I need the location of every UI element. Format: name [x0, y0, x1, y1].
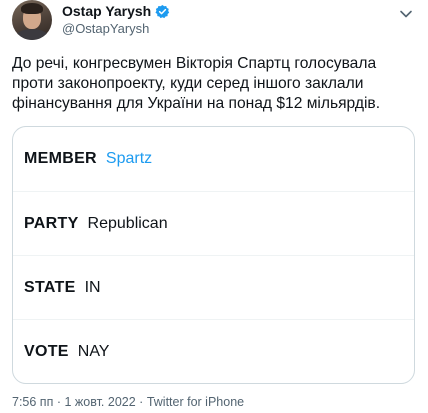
card-key: PARTY — [24, 214, 79, 232]
card-row-vote: VOTE NAY — [13, 319, 414, 383]
tweet-text-line: проти законопроекту, куди серед іншого з… — [12, 75, 364, 92]
tweet-header: Ostap Yarysh @OstapYarysh — [12, 0, 416, 42]
separator-dot: · — [56, 395, 61, 409]
card-row-member: MEMBER Spartz — [13, 127, 414, 191]
card-row-state: STATE IN — [13, 255, 414, 319]
tweet-text: До речі, конгресвумен Вікторія Спартц го… — [12, 54, 416, 114]
card-value: Republican — [87, 214, 168, 232]
tweet-date[interactable]: 1 жовт. 2022 — [64, 395, 135, 409]
card-key: MEMBER — [24, 150, 97, 167]
author-name[interactable]: Ostap Yarysh — [62, 3, 151, 19]
tweet-source[interactable]: Twitter for iPhone — [147, 395, 244, 409]
separator-dot: · — [139, 395, 144, 409]
tweet-text-line: До речі, конгресвумен Вікторія Спартц го… — [12, 55, 377, 72]
card-key: STATE — [24, 278, 76, 296]
avatar[interactable] — [12, 0, 52, 40]
author-name-line: Ostap Yarysh — [62, 3, 170, 19]
tweet-text-line: фінансування для України на понад $12 мі… — [12, 95, 381, 112]
card-value: NAY — [77, 342, 110, 360]
vote-card[interactable]: MEMBER Spartz PARTY Republican STATE IN … — [12, 126, 415, 384]
tweet-footer: 7:56 пп · 1 жовт. 2022 · Twitter for iPh… — [12, 395, 244, 409]
card-value: IN — [84, 278, 101, 296]
author-handle[interactable]: @OstapYarysh — [62, 21, 149, 36]
verified-badge-icon — [155, 4, 170, 19]
member-link[interactable]: Spartz — [106, 150, 152, 168]
card-row-party: PARTY Republican — [13, 191, 414, 255]
chevron-down-icon[interactable] — [398, 6, 414, 22]
tweet-time[interactable]: 7:56 пп — [12, 395, 53, 409]
card-key: VOTE — [24, 342, 69, 360]
